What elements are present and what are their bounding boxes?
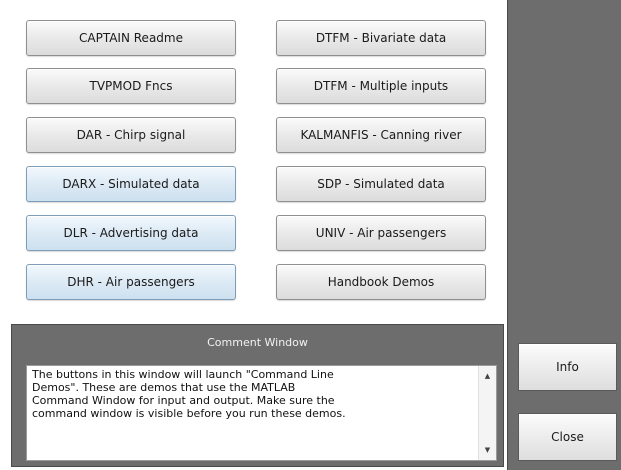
side-panel: Info Close — [507, 0, 621, 470]
tvpmod-fncs-button[interactable]: TVPMOD Fncs — [26, 68, 236, 104]
dlr-advertising-data-button[interactable]: DLR - Advertising data — [26, 215, 236, 251]
darx-simulated-data-button[interactable]: DARX - Simulated data — [26, 166, 236, 202]
comment-text: The buttons in this window will launch "… — [32, 368, 472, 420]
info-button[interactable]: Info — [518, 343, 617, 391]
comment-window-panel: Comment Window The buttons in this windo… — [11, 324, 504, 467]
close-button[interactable]: Close — [518, 413, 617, 461]
comment-line: Command Window for input and output. Mak… — [32, 394, 335, 407]
scroll-up-arrow-icon[interactable]: ▲ — [479, 369, 496, 383]
captain-readme-button[interactable]: CAPTAIN Readme — [26, 20, 236, 56]
dhr-air-passengers-button[interactable]: DHR - Air passengers — [26, 264, 236, 300]
comment-line: Demos". These are demos that use the MAT… — [32, 381, 296, 394]
comment-window-title: Comment Window — [207, 336, 308, 349]
sdp-simulated-data-button[interactable]: SDP - Simulated data — [276, 166, 486, 202]
kalmanfis-canning-river-button[interactable]: KALMANFIS - Canning river — [276, 117, 486, 153]
dtfm-multiple-inputs-button[interactable]: DTFM - Multiple inputs — [276, 68, 486, 104]
handbook-demos-button[interactable]: Handbook Demos — [276, 264, 486, 300]
univ-air-passengers-button[interactable]: UNIV - Air passengers — [276, 215, 486, 251]
dtfm-bivariate-data-button[interactable]: DTFM - Bivariate data — [276, 20, 486, 56]
comment-line: The buttons in this window will launch "… — [32, 368, 334, 381]
comment-text-area[interactable]: The buttons in this window will launch "… — [26, 365, 497, 461]
scroll-down-arrow-icon[interactable]: ▼ — [479, 443, 496, 457]
comment-line: command window is visible before you run… — [32, 407, 346, 420]
comment-scrollbar[interactable]: ▲ ▼ — [478, 366, 496, 460]
dar-chirp-signal-button[interactable]: DAR - Chirp signal — [26, 117, 236, 153]
